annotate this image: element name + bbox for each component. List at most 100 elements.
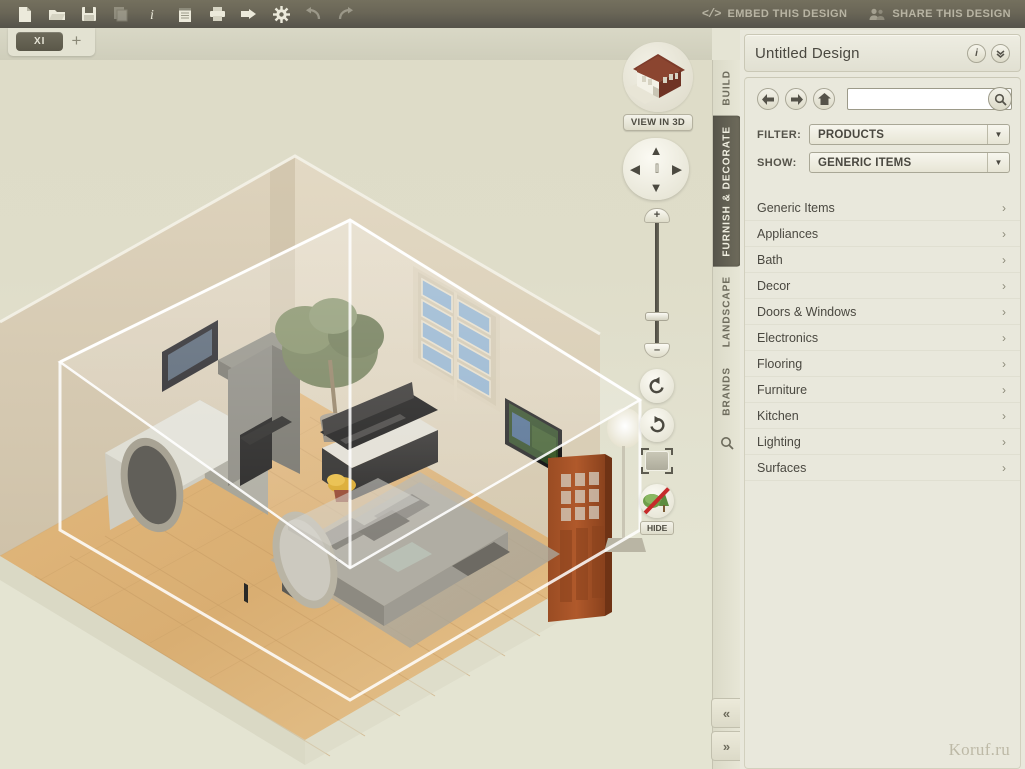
title-actions: i [967,43,1010,63]
rotate-counterclockwise-button[interactable] [640,369,674,403]
show-chevron-down-icon[interactable]: ▼ [987,153,1009,172]
add-tab-button[interactable]: + [69,32,87,51]
design-title-bar: Untitled Design i [744,34,1021,72]
category-surfaces[interactable]: Surfaces › [745,455,1020,481]
search-input[interactable] [848,89,1011,109]
category-doors-windows[interactable]: Doors & Windows › [745,299,1020,325]
chevron-down-icon[interactable] [991,43,1010,63]
toolbar-actions: </> EMBED THIS DESIGN SHARE THIS DESIGN [702,7,1025,21]
chevron-right-icon: › [1002,226,1006,241]
collapse-panel-button[interactable]: « [711,698,741,728]
catalog-navigation [745,78,1020,116]
document-tab-xi[interactable]: XI [16,32,64,51]
category-electronics[interactable]: Electronics › [745,325,1020,351]
chevron-right-icon: › [1002,460,1006,475]
recenter-button[interactable]: [ ] [655,164,660,174]
zoom-in-button[interactable]: + [644,208,670,223]
category-label: Flooring [757,356,803,371]
zoom-out-button[interactable]: – [644,343,670,358]
pan-left-arrow[interactable]: ◀ [630,163,640,176]
category-label: Appliances [757,226,819,241]
settings-gear-icon[interactable] [266,2,296,26]
svg-text:i: i [150,8,154,22]
category-kitchen[interactable]: Kitchen › [745,403,1020,429]
fit-to-view-preview [645,451,669,471]
new-file-icon[interactable] [10,2,40,26]
right-panel: Untitled Design i FILTER: PRODUCTS ▼ SHO… [740,30,1025,769]
chevron-right-icon: › [1002,304,1006,319]
rotate-cw-icon [650,416,665,433]
tab-brands[interactable]: BRANDS [713,357,741,426]
category-appliances[interactable]: Appliances › [745,221,1020,247]
hide-landscape-button[interactable]: HIDE [640,484,675,536]
category-decor[interactable]: Decor › [745,273,1020,299]
catalog-search[interactable] [847,87,1012,111]
design-info-icon[interactable]: i [967,43,986,63]
pan-right-arrow[interactable]: ▶ [672,163,682,176]
search-icon[interactable] [988,87,1012,111]
print-icon[interactable] [202,2,232,26]
expand-panel-button[interactable]: » [711,731,741,761]
tab-landscape[interactable]: LANDSCAPE [713,266,741,357]
category-label: Generic Items [757,200,835,215]
document-tabbar: XI + [0,28,712,60]
people-icon [869,8,885,21]
filter-row: FILTER: PRODUCTS ▼ [745,116,1020,145]
zoom-slider[interactable]: + – [644,208,670,358]
hide-tree-icon [640,484,674,518]
catalog-panel: FILTER: PRODUCTS ▼ SHOW: GENERIC ITEMS ▼… [744,77,1021,769]
house-icon [623,42,693,112]
nav-back-button[interactable] [757,88,779,110]
tab-group: XI + [8,28,96,56]
export-icon[interactable] [234,2,264,26]
share-design-label: SHARE THIS DESIGN [892,8,1011,20]
tab-build[interactable]: BUILD [713,60,741,116]
strip-search-icon[interactable] [713,426,741,460]
tab-furnish-decorate[interactable]: FURNISH & DECORATE [713,115,741,267]
notes-icon[interactable] [170,2,200,26]
nav-forward-button[interactable] [785,88,807,110]
navigation-pad[interactable]: ▲ ▼ ◀ ▶ [ ] [623,138,689,200]
zoom-slider-track[interactable] [655,220,659,348]
copy-icon[interactable] [106,2,136,26]
filter-value: PRODUCTS [818,128,885,141]
show-row: SHOW: GENERIC ITEMS ▼ [745,145,1020,173]
category-furniture[interactable]: Furniture › [745,377,1020,403]
view-in-3d-button[interactable]: VIEW IN 3D [621,42,695,131]
open-folder-icon[interactable] [42,2,72,26]
main-toolbar: i </> EMBED THIS DESIGN SHARE THIS DESIG… [0,0,1025,28]
fit-to-view-button[interactable] [640,447,674,475]
nav-home-button[interactable] [813,88,835,110]
undo-icon[interactable] [298,2,328,26]
chevron-right-icon: › [1002,408,1006,423]
panel-collapse-controls: « » [711,698,741,764]
filter-chevron-down-icon[interactable]: ▼ [987,125,1009,144]
info-icon[interactable]: i [138,2,168,26]
category-lighting[interactable]: Lighting › [745,429,1020,455]
zoom-slider-handle[interactable] [645,312,669,321]
pan-up-arrow[interactable]: ▲ [650,144,663,157]
chevron-right-icon: › [1002,278,1006,293]
chevron-right-icon: › [1002,330,1006,345]
save-disk-icon[interactable] [74,2,104,26]
share-design-button[interactable]: SHARE THIS DESIGN [869,8,1011,21]
rotate-clockwise-button[interactable] [640,408,674,442]
design-canvas[interactable] [0,60,712,769]
category-flooring[interactable]: Flooring › [745,351,1020,377]
mode-tab-strip: BUILD FURNISH & DECORATE LANDSCAPE BRAND… [712,60,741,769]
embed-design-button[interactable]: </> EMBED THIS DESIGN [702,7,847,21]
category-label: Bath [757,252,783,267]
category-label: Furniture [757,382,808,397]
show-value: GENERIC ITEMS [818,156,912,169]
show-select[interactable]: GENERIC ITEMS ▼ [809,152,1010,173]
category-label: Kitchen [757,408,799,423]
redo-icon[interactable] [330,2,360,26]
category-bath[interactable]: Bath › [745,247,1020,273]
category-label: Decor [757,278,791,293]
chevron-right-icon: › [1002,252,1006,267]
pan-down-arrow[interactable]: ▼ [650,181,663,194]
category-generic-items[interactable]: Generic Items › [745,195,1020,221]
room-3d-render [0,154,646,765]
category-list: Generic Items › Appliances › Bath › Deco… [745,195,1020,481]
filter-select[interactable]: PRODUCTS ▼ [809,124,1010,145]
